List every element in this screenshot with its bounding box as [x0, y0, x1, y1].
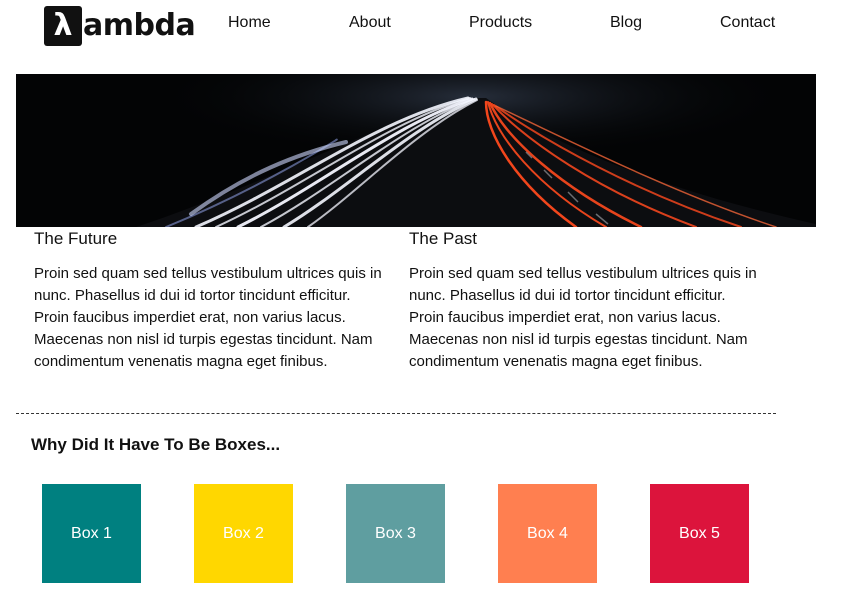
- box-label: Box 2: [223, 524, 264, 542]
- box-label: Box 5: [679, 524, 720, 542]
- box-5[interactable]: Box 5: [650, 484, 749, 583]
- nav-about[interactable]: About: [349, 14, 391, 32]
- box-label: Box 4: [527, 524, 568, 542]
- box-4[interactable]: Box 4: [498, 484, 597, 583]
- box-3[interactable]: Box 3: [346, 484, 445, 583]
- column-the-future: The Future Proin sed quam sed tellus ves…: [34, 229, 389, 373]
- column-body: Proin sed quam sed tellus vestibulum ult…: [34, 265, 382, 370]
- column-the-past: The Past Proin sed quam sed tellus vesti…: [409, 229, 764, 373]
- box-2[interactable]: Box 2: [194, 484, 293, 583]
- hero-banner-image: [16, 74, 816, 227]
- main-nav: Home About Products Blog Contact: [0, 14, 850, 38]
- column-body: Proin sed quam sed tellus vestibulum ult…: [409, 265, 757, 370]
- nav-home[interactable]: Home: [228, 14, 271, 32]
- boxes-section-title: Why Did It Have To Be Boxes...: [31, 435, 281, 454]
- box-label: Box 3: [375, 524, 416, 542]
- highway-light-trails-image: [16, 74, 816, 227]
- dashed-divider: [16, 413, 776, 414]
- nav-blog[interactable]: Blog: [610, 14, 642, 32]
- nav-products[interactable]: Products: [469, 14, 532, 32]
- nav-contact[interactable]: Contact: [720, 14, 775, 32]
- box-1[interactable]: Box 1: [42, 484, 141, 583]
- column-title: The Future: [34, 229, 118, 248]
- column-title: The Past: [409, 229, 478, 248]
- box-label: Box 1: [71, 524, 112, 542]
